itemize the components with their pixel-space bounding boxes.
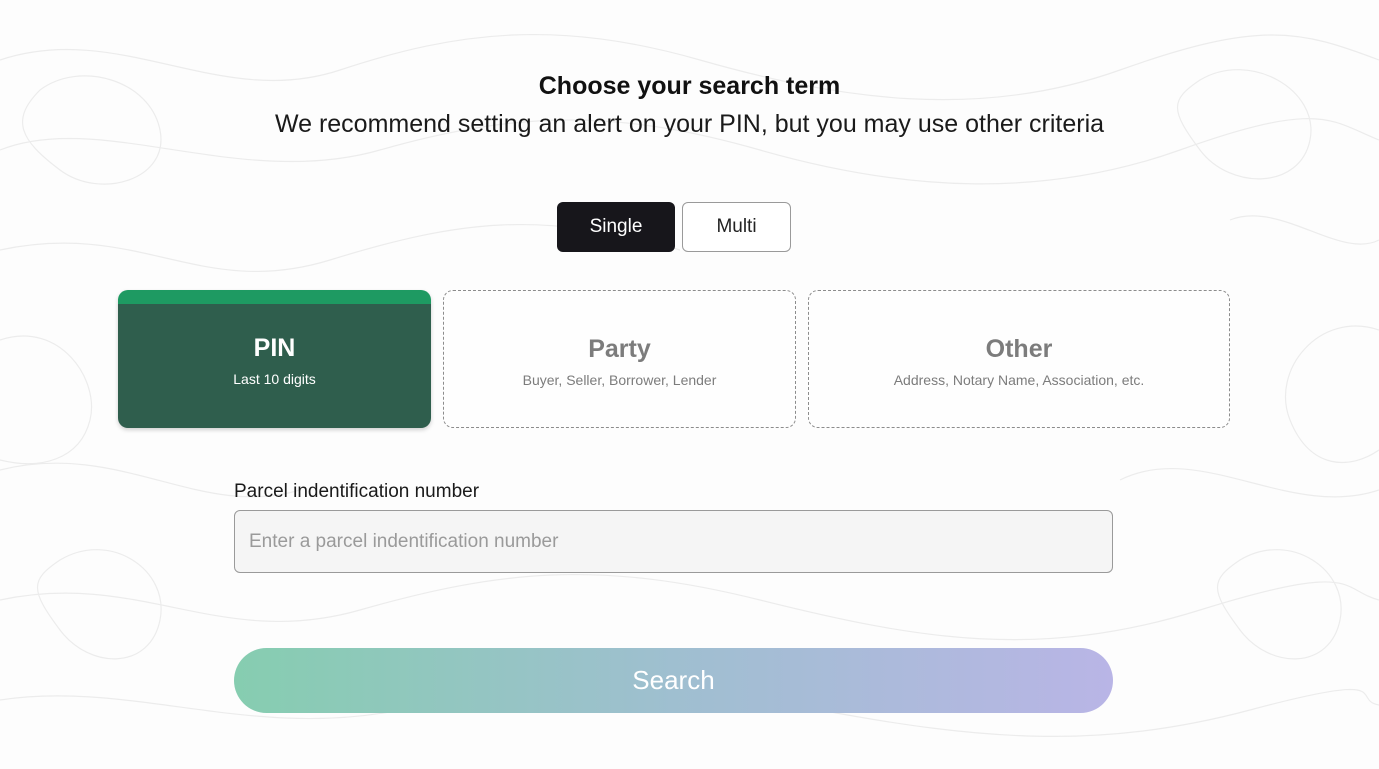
search-type-title: PIN (253, 334, 296, 362)
search-type-party-card[interactable]: Party Buyer, Seller, Borrower, Lender (443, 290, 796, 428)
page-subtitle: We recommend setting an alert on your PI… (274, 110, 1105, 138)
search-button[interactable]: Search (234, 648, 1113, 713)
single-mode-button[interactable]: Single (557, 202, 675, 252)
multi-mode-button[interactable]: Multi (682, 202, 791, 252)
search-type-description: Last 10 digits (233, 371, 316, 387)
page-title: Choose your search term (538, 72, 841, 100)
pin-field-label: Parcel indentification number (234, 481, 480, 502)
search-type-description: Buyer, Seller, Borrower, Lender (522, 372, 717, 388)
search-type-pin-card[interactable]: PIN Last 10 digits (118, 290, 431, 428)
single-mode-label: Single (589, 216, 643, 237)
multi-mode-label: Multi (716, 216, 757, 237)
search-term-panel: Choose your search term We recommend set… (0, 0, 1379, 769)
search-type-title: Other (985, 335, 1053, 363)
search-type-other-card[interactable]: Other Address, Notary Name, Association,… (808, 290, 1230, 428)
search-type-description: Address, Notary Name, Association, etc. (893, 372, 1145, 388)
pin-input[interactable] (234, 510, 1113, 573)
search-type-title: Party (588, 335, 651, 363)
